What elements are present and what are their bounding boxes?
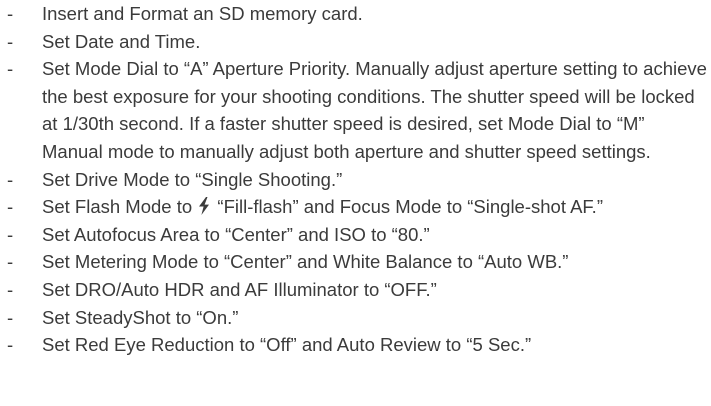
instruction-text: Set Drive Mode to “Single Shooting.” [42, 168, 343, 190]
list-item: - Set Drive Mode to “Single Shooting.” [0, 166, 711, 194]
instruction-text-before: Set Flash Mode to [42, 196, 193, 218]
list-item: - Set SteadyShot to “On.” [0, 304, 711, 332]
list-item: - Insert and Format an SD memory card. [0, 0, 711, 28]
instruction-text: Set SteadyShot to “On.” [42, 306, 239, 328]
bullet-dash: - [7, 306, 14, 328]
bullet-dash: - [7, 30, 14, 52]
camera-setup-instructions: - Insert and Format an SD memory card. -… [0, 0, 711, 359]
bullet-dash: - [7, 278, 14, 300]
instruction-text: Insert and Format an SD memory card. [42, 3, 363, 24]
instruction-text: Set Red Eye Reduction to “Off” and Auto … [42, 334, 532, 356]
instruction-text: Set Flash Mode to “Fill-flash” and Focus… [42, 193, 711, 221]
instruction-text: Set Autofocus Area to “Center” and ISO t… [42, 223, 430, 245]
bullet-dash: - [7, 251, 14, 273]
instruction-text: Set DRO/Auto HDR and AF Illuminator to “… [42, 278, 437, 300]
list-item: - Set Red Eye Reduction to “Off” and Aut… [0, 331, 711, 359]
bullet-dash: - [7, 3, 14, 24]
flash-icon [199, 197, 210, 216]
list-item: - Set Date and Time. [0, 28, 711, 56]
list-item: - Set Mode Dial to “A” Aperture Priority… [0, 55, 711, 165]
bullet-dash: - [7, 223, 14, 245]
list-item: - Set Flash Mode to “Fill-flash” and Foc… [0, 193, 711, 221]
instruction-text: Set Metering Mode to “Center” and White … [42, 251, 569, 273]
list-item: - Set Metering Mode to “Center” and Whit… [0, 248, 711, 276]
list-item: - Set DRO/Auto HDR and AF Illuminator to… [0, 276, 711, 304]
list-item: - Set Autofocus Area to “Center” and ISO… [0, 221, 711, 249]
instruction-text-after: “Fill-flash” and Focus Mode to “Single-s… [217, 196, 603, 218]
instruction-text: Set Mode Dial to “A” Aperture Priority. … [42, 58, 707, 162]
bullet-dash: - [7, 168, 14, 190]
bullet-dash: - [7, 196, 14, 218]
bullet-dash: - [7, 334, 14, 356]
instruction-text: Set Date and Time. [42, 30, 201, 52]
bullet-dash: - [7, 58, 14, 80]
